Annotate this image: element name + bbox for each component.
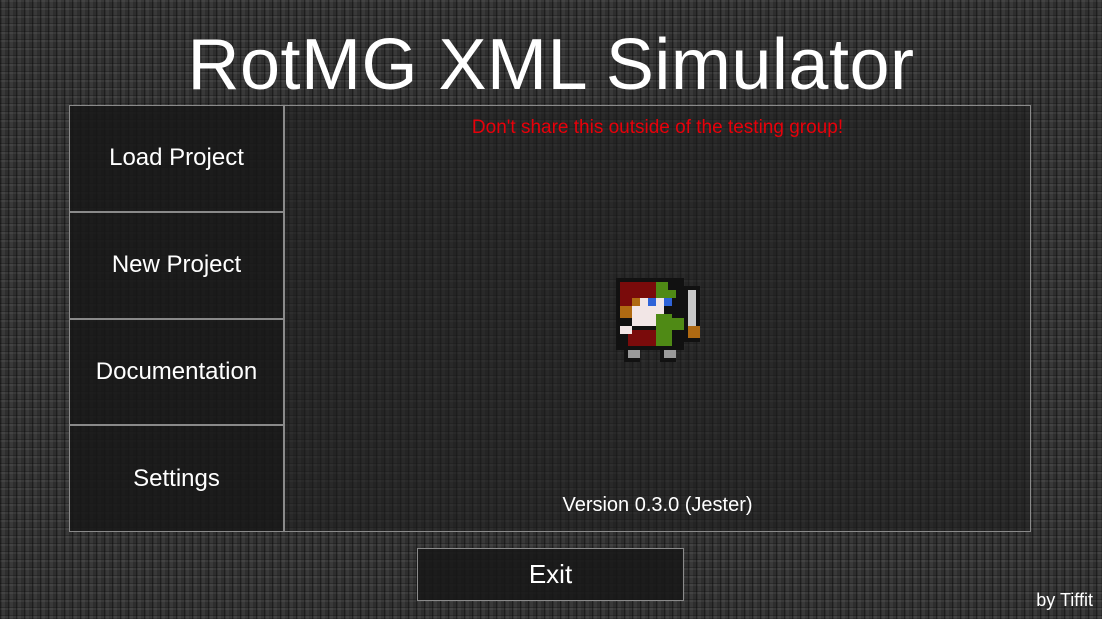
load-project-button[interactable]: Load Project — [70, 106, 283, 213]
app-title: RotMG XML Simulator — [187, 25, 915, 105]
author-credit: by Tiffit — [1036, 590, 1093, 610]
exit-button[interactable]: Exit — [417, 548, 684, 601]
new-project-button[interactable]: New Project — [70, 212, 283, 320]
content-area: Don't share this outside of the testing … — [285, 106, 1030, 531]
sidebar: Load Project New Project Documentation S… — [70, 106, 285, 531]
documentation-button[interactable]: Documentation — [70, 319, 283, 427]
version-label: Version 0.3.0 (Jester) — [562, 494, 753, 516]
pixel-character-sprite-icon — [616, 278, 700, 362]
warning-message: Don't share this outside of the testing … — [471, 117, 844, 138]
main-panel: Load Project New Project Documentation S… — [69, 105, 1031, 532]
settings-button[interactable]: Settings — [70, 426, 283, 531]
